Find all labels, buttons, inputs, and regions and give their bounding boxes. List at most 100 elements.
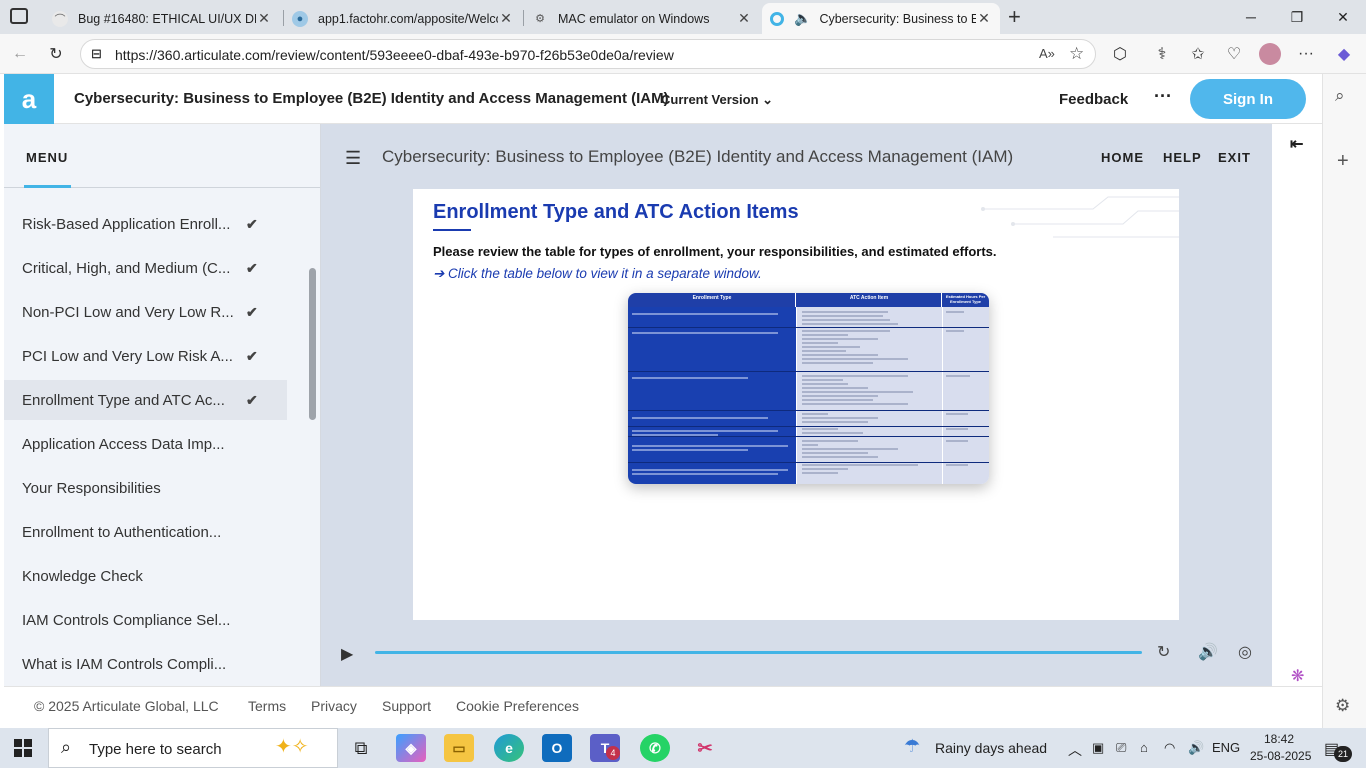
clock-date[interactable]: 25-08-2025 <box>1250 749 1311 763</box>
volume-icon[interactable]: 🔊 <box>1198 642 1218 662</box>
more-options-button[interactable]: ··· <box>1154 86 1172 107</box>
privacy-link[interactable]: Privacy <box>311 698 357 714</box>
favorites-icon[interactable]: ✩ <box>1184 40 1212 68</box>
settings-more-icon[interactable]: ··· <box>1292 40 1320 68</box>
whatsapp-icon[interactable]: ✆ <box>640 734 670 762</box>
tab-cybersecurity[interactable]: 🔈 Cybersecurity: Business to Em ✕ <box>762 3 1000 34</box>
outlook-icon[interactable]: O <box>542 734 572 762</box>
tab-title: MAC emulator on Windows <box>558 11 710 26</box>
read-aloud-icon[interactable]: A» <box>1039 46 1055 61</box>
copilot-icon[interactable]: ◆ <box>1330 40 1358 68</box>
edge-browser-icon[interactable]: e <box>494 734 524 762</box>
table-header-3: Estimated Hours Per Enrollment Type <box>945 294 986 304</box>
menu-item[interactable]: Enrollment to Authentication... <box>4 512 287 552</box>
back-icon[interactable]: ← <box>6 40 34 68</box>
display-icon[interactable]: ⎚ <box>1116 740 1126 756</box>
profile-avatar[interactable] <box>1256 40 1284 68</box>
weather-text[interactable]: Rainy days ahead <box>935 740 1047 756</box>
menu-item-label: Non-PCI Low and Very Low R... <box>22 303 234 321</box>
menu-item[interactable]: PCI Low and Very Low Risk A... ✔ <box>4 336 287 376</box>
edge-sidebar: ⌕ + ⚙ <box>1322 74 1366 728</box>
menu-item[interactable]: Your Responsibilities <box>4 468 287 508</box>
meet-now-icon[interactable]: ▣ <box>1092 740 1104 756</box>
menu-item[interactable]: IAM Controls Compliance Sel... <box>4 600 287 640</box>
checkmark-icon: ✔ <box>246 215 258 232</box>
add-sidebar-app-icon[interactable]: + <box>1337 150 1349 173</box>
search-icon[interactable]: ⌕ <box>1335 86 1345 106</box>
menu-item-selected[interactable]: Enrollment Type and ATC Ac... ✔ <box>4 380 287 420</box>
feedback-button[interactable]: Feedback <box>1059 91 1128 108</box>
language-indicator[interactable]: ENG <box>1212 740 1240 755</box>
minimize-button[interactable]: ─ <box>1228 0 1274 34</box>
play-icon[interactable]: ▶ <box>341 644 353 664</box>
articulate-logo[interactable]: a <box>4 74 54 124</box>
favorite-star-icon[interactable]: ☆ <box>1069 44 1084 64</box>
menu-item-label: PCI Low and Very Low Risk A... <box>22 347 233 365</box>
close-window-button[interactable]: ✕ <box>1320 0 1366 34</box>
tab-actions-icon[interactable] <box>10 8 28 24</box>
browser-essentials-icon[interactable]: ⚕ <box>1148 40 1176 68</box>
file-explorer-icon[interactable]: ▭ <box>444 734 474 762</box>
support-link[interactable]: Support <box>382 698 431 714</box>
menu-item[interactable]: Application Access Data Imp... <box>4 424 287 464</box>
search-placeholder: Type here to search <box>89 741 222 758</box>
site-info-icon[interactable]: ⊟ <box>91 46 102 62</box>
menu-item[interactable]: Knowledge Check <box>4 556 287 596</box>
taskbar-search[interactable]: ⌕ Type here to search ✦✧ <box>48 728 338 768</box>
cookie-preferences-link[interactable]: Cookie Preferences <box>456 698 579 714</box>
sidebar-settings-icon[interactable]: ⚙ <box>1335 696 1350 716</box>
review-header: a Cybersecurity: Business to Employee (B… <box>4 74 1322 124</box>
assistant-icon[interactable]: ❋ <box>1291 666 1304 686</box>
menu-item[interactable]: Risk-Based Application Enroll... ✔ <box>4 204 287 244</box>
close-icon[interactable]: ✕ <box>736 10 752 27</box>
extensions-icon[interactable]: ⬡ <box>1106 40 1134 68</box>
network-icon[interactable]: ⌂ <box>1140 740 1148 755</box>
address-bar[interactable]: ⊟ https://360.articulate.com/review/cont… <box>80 39 1096 69</box>
maximize-button[interactable]: ❐ <box>1274 0 1320 34</box>
close-icon[interactable]: ✕ <box>498 10 514 27</box>
snipping-tool-icon[interactable]: ✂ <box>690 734 720 762</box>
menu-heading: MENU <box>26 150 69 165</box>
close-icon[interactable]: ✕ <box>256 10 272 27</box>
search-icon: ⌕ <box>61 737 72 757</box>
hamburger-menu-icon[interactable]: ☰ <box>345 148 361 169</box>
tab-mac-emulator[interactable]: ⚙ MAC emulator on Windows ✕ <box>524 3 760 34</box>
task-view-icon[interactable]: ⧉ <box>346 734 376 762</box>
menu-item[interactable]: Critical, High, and Medium (C... ✔ <box>4 248 287 288</box>
enrollment-table-thumbnail[interactable]: Enrollment Type ATC Action Item Estimate… <box>628 293 989 484</box>
performance-icon[interactable]: ♡ <box>1220 40 1248 68</box>
wifi-icon[interactable]: ◠ <box>1164 740 1175 756</box>
collapse-sidebar-icon[interactable]: ⇤ <box>1290 134 1303 154</box>
copilot-app-icon[interactable]: ◈ <box>396 734 426 762</box>
seek-bar[interactable] <box>375 651 1142 654</box>
tab-factohr[interactable]: ● app1.factohr.com/apposite/Welco ✕ <box>284 3 522 34</box>
close-icon[interactable]: ✕ <box>976 10 992 27</box>
volume-tray-icon[interactable]: 🔊 <box>1188 740 1204 756</box>
replay-icon[interactable]: ↻ <box>1157 642 1170 662</box>
sign-in-button[interactable]: Sign In <box>1190 79 1306 119</box>
player-title: Cybersecurity: Business to Employee (B2E… <box>382 147 1014 166</box>
menu-item[interactable]: Non-PCI Low and Very Low R... ✔ <box>4 292 287 332</box>
refresh-icon[interactable]: ↻ <box>42 40 70 68</box>
slide-heading: Enrollment Type and ATC Action Items <box>433 201 799 223</box>
clock-time[interactable]: 18:42 <box>1264 732 1294 746</box>
menu-item-label: Enrollment Type and ATC Ac... <box>22 391 225 409</box>
course-menu: MENU Risk-Based Application Enroll... ✔ C… <box>4 124 321 686</box>
terms-link[interactable]: Terms <box>248 698 286 714</box>
menu-item-label: IAM Controls Compliance Sel... <box>22 611 231 629</box>
playback-settings-icon[interactable]: ◎ <box>1238 642 1252 662</box>
tab-redmine[interactable]: ⌒ Bug #16480: ETHICAL UI/UX DESI ✕ <box>44 3 280 34</box>
windows-start-icon[interactable] <box>14 739 32 757</box>
speaker-icon[interactable]: 🔈 <box>794 10 811 27</box>
exit-link[interactable]: EXIT <box>1218 150 1251 165</box>
new-tab-button[interactable]: + <box>1008 4 1021 30</box>
menu-item[interactable]: What is IAM Controls Compli... <box>4 644 287 684</box>
help-link[interactable]: HELP <box>1163 150 1202 165</box>
sparkle-icon: ✦✧ <box>275 736 309 758</box>
menu-scrollbar[interactable] <box>309 268 316 420</box>
home-link[interactable]: HOME <box>1101 150 1144 165</box>
show-hidden-icons[interactable]: ︿ <box>1068 740 1082 760</box>
view-table-link[interactable]: ➔ Click the table below to view it in a … <box>433 266 762 282</box>
version-dropdown[interactable]: Current Version ⌄ <box>661 92 773 108</box>
slide-subheading: Please review the table for types of enr… <box>433 244 997 259</box>
